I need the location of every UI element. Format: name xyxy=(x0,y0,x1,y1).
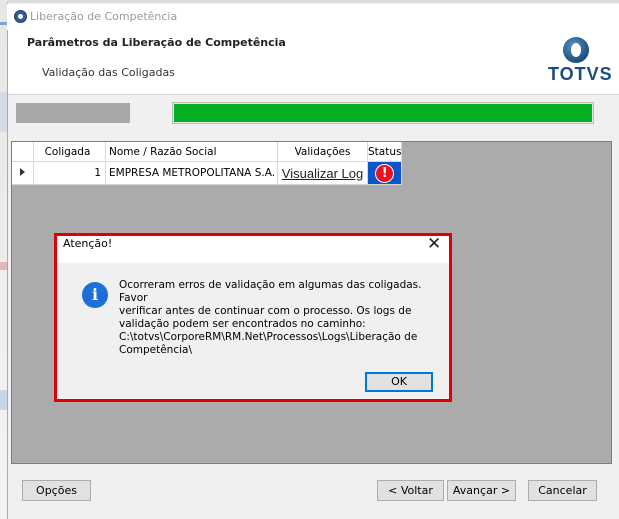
totvs-logo: TOTVS xyxy=(548,64,613,84)
visualizar-log-link[interactable]: Visualizar Log xyxy=(282,166,363,181)
dialog-title: Atenção! xyxy=(63,237,113,250)
background-app-edge xyxy=(0,0,7,519)
row-pointer-icon xyxy=(20,168,25,176)
coligadas-table: Coligada Nome / Razão Social Validações … xyxy=(12,142,403,185)
progress-bar-fill xyxy=(174,104,592,122)
error-icon: ! xyxy=(376,164,394,182)
close-icon[interactable]: ✕ xyxy=(427,234,441,254)
info-icon: i xyxy=(82,282,108,308)
column-header-nome[interactable]: Nome / Razão Social xyxy=(105,142,278,162)
app-icon xyxy=(14,10,27,23)
totvs-logo-icon xyxy=(563,37,589,63)
options-button[interactable]: Opções xyxy=(22,480,91,501)
row-selector[interactable] xyxy=(12,161,34,185)
page-title: Parâmetros da Liberação de Competência xyxy=(27,36,286,49)
column-header-status[interactable]: Status xyxy=(367,142,403,162)
back-button[interactable]: < Voltar xyxy=(377,480,444,501)
cell-status[interactable]: ! xyxy=(367,161,403,185)
page-subtitle: Validação das Coligadas xyxy=(42,66,175,79)
column-header-coligada[interactable]: Coligada xyxy=(33,142,106,162)
cell-coligada[interactable]: 1 xyxy=(33,161,106,185)
next-button[interactable]: Avançar > xyxy=(447,480,516,501)
ok-button[interactable]: OK xyxy=(365,372,433,392)
table-row[interactable]: 1 EMPRESA METROPOLITANA S.A. Visualizar … xyxy=(12,161,403,185)
progress-label-placeholder xyxy=(16,103,130,123)
cell-nome[interactable]: EMPRESA METROPOLITANA S.A. xyxy=(105,161,278,185)
window-title: Liberação de Competência xyxy=(30,10,178,23)
column-header-validacoes[interactable]: Validações xyxy=(277,142,368,162)
cancel-button[interactable]: Cancelar xyxy=(528,480,597,501)
row-header-corner xyxy=(12,142,34,162)
dialog-message: Ocorreram erros de validação em algumas … xyxy=(119,279,422,356)
cell-validacoes[interactable]: Visualizar Log xyxy=(277,161,368,185)
